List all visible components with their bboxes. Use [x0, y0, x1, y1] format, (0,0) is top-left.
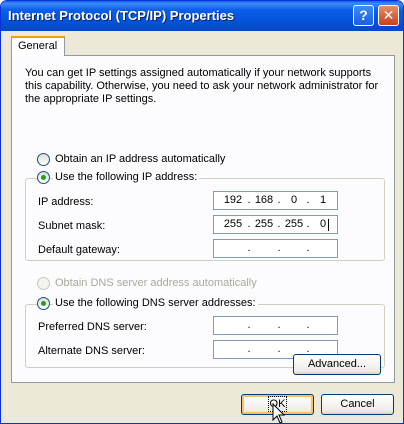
- use-following-dns-label[interactable]: Use the following DNS server addresses:: [53, 297, 258, 309]
- help-icon[interactable]: ?: [353, 5, 374, 26]
- preferred-dns-input[interactable]: . . .: [213, 316, 338, 335]
- obtain-ip-auto-radio[interactable]: [37, 153, 50, 166]
- obtain-ip-auto-label[interactable]: Obtain an IP address automatically: [55, 153, 225, 165]
- window-title: Internet Protocol (TCP/IP) Properties: [8, 8, 235, 23]
- mask-octet-1: 255: [223, 218, 243, 230]
- default-gateway-input[interactable]: . . .: [213, 239, 338, 258]
- ip-octet-1: 192: [223, 194, 243, 206]
- use-following-ip-label[interactable]: Use the following IP address:: [53, 171, 200, 183]
- tab-general-label: General: [18, 40, 58, 52]
- ip-dot: .: [306, 218, 310, 230]
- ip-dot: .: [277, 194, 281, 206]
- close-icon[interactable]: ✕: [378, 5, 399, 26]
- ip-octet-4: 1: [319, 194, 327, 206]
- ip-dot: .: [277, 343, 281, 355]
- obtain-dns-auto-label[interactable]: Obtain DNS server address automatically: [55, 277, 257, 289]
- subnet-mask-label: Subnet mask:: [38, 220, 106, 232]
- mask-octet-2: 255: [254, 218, 274, 230]
- cancel-button[interactable]: Cancel: [321, 394, 394, 415]
- mask-octet-4: 0: [319, 218, 327, 230]
- ip-octet-3: 0: [290, 194, 298, 206]
- cancel-button-label: Cancel: [340, 398, 375, 410]
- text-caret: [328, 219, 329, 231]
- use-following-ip-radio[interactable]: [37, 171, 50, 184]
- default-gateway-label: Default gateway:: [38, 244, 120, 256]
- ip-dot: .: [277, 319, 281, 331]
- ip-dot: .: [277, 218, 281, 230]
- dialog-body: General You can get IP settings assigned…: [4, 31, 400, 421]
- ip-dot: .: [247, 218, 251, 230]
- mask-octet-3: 255: [284, 218, 304, 230]
- title-bar[interactable]: Internet Protocol (TCP/IP) Properties ? …: [1, 1, 403, 31]
- alternate-dns-label: Alternate DNS server:: [38, 345, 145, 357]
- advanced-button[interactable]: Advanced...: [293, 354, 381, 375]
- ip-octet-2: 168: [254, 194, 274, 206]
- description-text: You can get IP settings assigned automat…: [25, 67, 379, 105]
- preferred-dns-label: Preferred DNS server:: [38, 321, 147, 333]
- ip-address-input[interactable]: 192 . 168 . 0 . 1: [213, 191, 338, 210]
- general-tab-panel: You can get IP settings assigned automat…: [11, 55, 395, 383]
- use-following-dns-radio[interactable]: [37, 297, 50, 310]
- obtain-dns-auto-radio[interactable]: [37, 277, 50, 290]
- dialog-window: Internet Protocol (TCP/IP) Properties ? …: [0, 0, 404, 424]
- ip-dot: .: [306, 242, 310, 254]
- ip-dot: .: [247, 194, 251, 206]
- advanced-button-label: Advanced...: [307, 358, 367, 370]
- mouse-pointer-icon: [272, 403, 286, 423]
- ip-dot: .: [306, 194, 310, 206]
- ip-dot: .: [247, 242, 251, 254]
- tab-general[interactable]: General: [11, 36, 65, 56]
- subnet-mask-input[interactable]: 255 . 255 . 255 . 0: [213, 215, 338, 234]
- ip-dot: .: [247, 343, 251, 355]
- ip-dot: .: [277, 242, 281, 254]
- ip-dot: .: [306, 319, 310, 331]
- ip-address-label: IP address:: [38, 196, 94, 208]
- ip-dot: .: [247, 319, 251, 331]
